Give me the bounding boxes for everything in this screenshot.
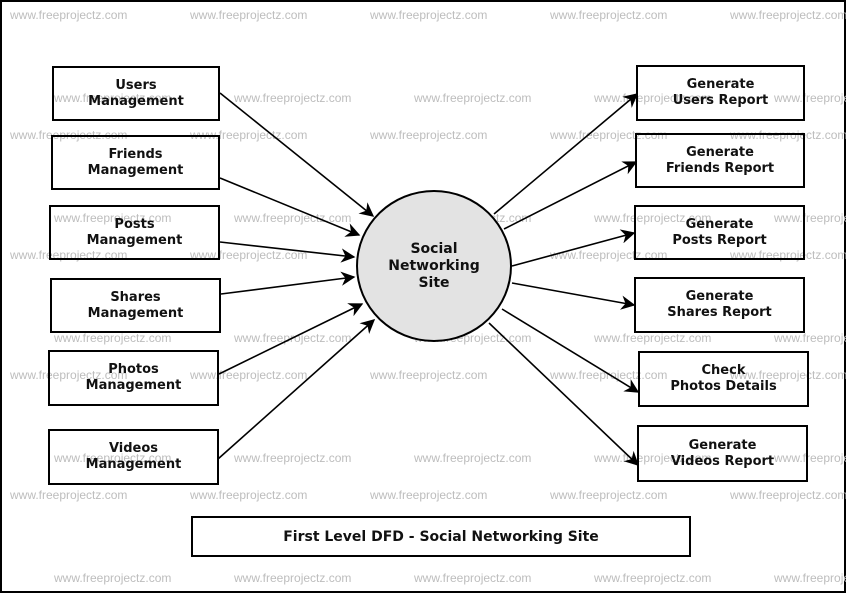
output-label-line: Posts Report xyxy=(672,232,767,248)
entity-label-line: Management xyxy=(85,457,182,472)
output-label-line: Generate xyxy=(685,216,754,232)
entity-friends-management: Friends Management xyxy=(51,135,220,190)
process-label-line: Site xyxy=(418,274,450,291)
entity-label-line: Photos xyxy=(108,362,159,377)
output-generate-users-report: Generate Users Report xyxy=(636,65,805,121)
flow-process-to-photos-details xyxy=(501,308,640,393)
output-label-line: Users Report xyxy=(672,93,769,108)
output-label-line: Generate xyxy=(686,77,755,92)
output-generate-friends-report: Generate Friends Report xyxy=(635,133,805,188)
flow-videos-to-process xyxy=(217,319,376,460)
process-social-networking-site: Social Networking Site xyxy=(356,190,512,342)
output-generate-shares-report: Generate Shares Report xyxy=(634,277,805,333)
flow-process-to-posts-report xyxy=(511,229,636,267)
entity-label-line: Management xyxy=(88,93,184,109)
output-check-photos-details: Check Photos Details xyxy=(638,351,809,407)
output-label-line: Generate xyxy=(686,144,754,160)
flow-process-to-shares-report xyxy=(511,282,636,310)
entity-videos-management: Videos Management xyxy=(48,429,219,485)
flow-shares-to-process xyxy=(220,271,356,295)
entity-users-management: Users Management xyxy=(52,66,220,121)
entity-label-line: Posts xyxy=(114,216,155,232)
entity-label-line: Management xyxy=(87,305,184,321)
entity-label-line: Users xyxy=(115,77,157,93)
entity-label-line: Shares xyxy=(110,289,161,305)
flow-photos-to-process xyxy=(218,303,364,375)
output-generate-videos-report: Generate Videos Report xyxy=(637,425,808,482)
diagram-title-box: First Level DFD - Social Networking Site xyxy=(191,516,691,557)
flow-posts-to-process xyxy=(219,241,356,263)
output-label-line: Check xyxy=(701,363,746,378)
entity-photos-management: Photos Management xyxy=(48,350,219,406)
diagram-title: First Level DFD - Social Networking Site xyxy=(283,528,599,545)
entity-label-line: Friends xyxy=(108,146,163,162)
output-label-line: Videos Report xyxy=(670,453,775,469)
flow-friends-to-process xyxy=(219,177,361,237)
flow-process-to-friends-report xyxy=(503,161,638,230)
process-label-line: Social xyxy=(410,240,458,257)
entity-label-line: Management xyxy=(85,378,182,393)
flow-users-to-process xyxy=(219,92,375,217)
output-generate-posts-report: Generate Posts Report xyxy=(634,205,805,260)
entity-label-line: Videos xyxy=(108,441,159,456)
output-label-line: Shares Report xyxy=(667,305,772,320)
entity-label-line: Management xyxy=(86,232,183,248)
dfd-canvas: www.freeprojectz.com www.freeprojectz.com… xyxy=(0,0,846,593)
entity-posts-management: Posts Management xyxy=(49,205,220,260)
output-label-line: Generate xyxy=(688,437,757,453)
output-label-line: Friends Report xyxy=(665,160,775,176)
output-label-line: Photos Details xyxy=(670,379,777,394)
output-label-line: Generate xyxy=(685,289,754,304)
entity-shares-management: Shares Management xyxy=(50,278,221,333)
process-label-line: Networking xyxy=(388,257,480,274)
flow-process-to-videos-report xyxy=(488,322,640,466)
flow-process-to-users-report xyxy=(493,93,639,215)
entity-label-line: Management xyxy=(87,162,184,178)
